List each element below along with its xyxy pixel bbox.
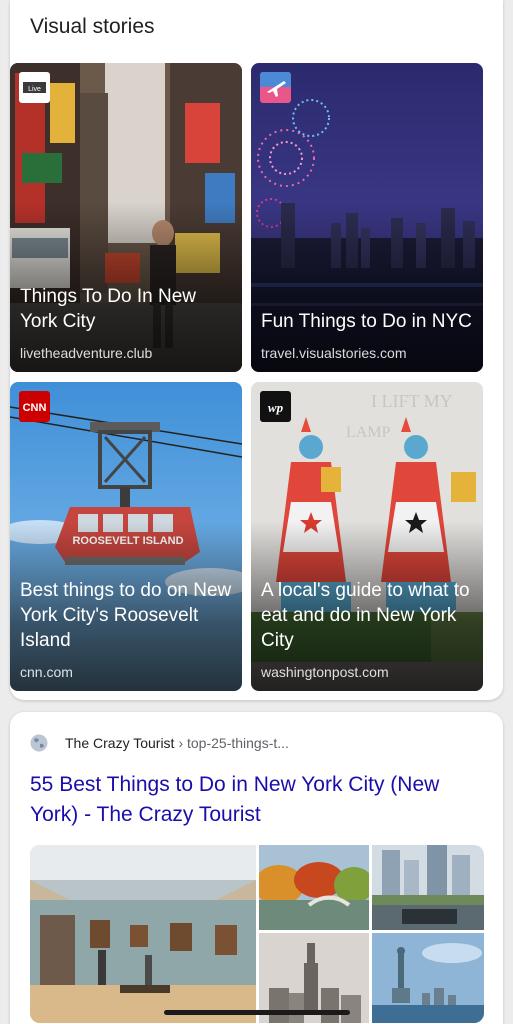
story-headline: Best things to do on New York City's Roo… <box>20 580 232 651</box>
story-card-times-square[interactable]: Live Things To Do In New York City livet… <box>10 63 242 372</box>
story-source: travel.visualstories.com <box>261 345 407 361</box>
story-source: cnn.com <box>20 664 73 680</box>
story-card-local-guide[interactable]: I LIFT MY LAMP wp A local's guide to wha… <box>251 382 483 691</box>
story-headline: Things To Do In New York City <box>20 286 197 332</box>
story-headline: Fun Things to Do in NYC <box>261 311 472 332</box>
statue-of-liberty-image[interactable] <box>372 933 484 1023</box>
result-site-row[interactable]: The Crazy Tourist › top-25-things-t... <box>30 734 289 752</box>
site-breadcrumb: › top-25-things-t... <box>178 735 289 751</box>
airplane-icon <box>260 72 291 103</box>
svg-text:Live: Live <box>28 86 41 93</box>
live-the-adventure-logo: Live <box>19 72 50 103</box>
svg-text:CNN: CNN <box>23 402 47 414</box>
cnn-logo: CNN <box>19 391 50 422</box>
memorial-image[interactable] <box>372 845 484 930</box>
globe-icon <box>30 734 48 752</box>
result-image-grid <box>30 845 484 1024</box>
search-result-card: The Crazy Tourist › top-25-things-t... 5… <box>10 712 503 1024</box>
story-source: washingtonpost.com <box>261 664 389 680</box>
story-card-nyc-fireworks[interactable]: Fun Things to Do in NYC travel.visualsto… <box>251 63 483 372</box>
result-title-link[interactable]: 55 Best Things to Do in New York City (N… <box>30 770 490 830</box>
washington-post-logo: wp <box>260 391 291 422</box>
central-park-image[interactable] <box>259 845 369 930</box>
story-headline: A local's guide to what to eat and do in… <box>261 580 470 651</box>
story-source: livetheadventure.club <box>20 345 153 361</box>
museum-gallery-image[interactable] <box>30 845 256 1023</box>
story-card-roosevelt-island[interactable]: ROOSEVELT ISLAND CNN Best things to do o… <box>10 382 242 691</box>
svg-text:wp: wp <box>268 400 284 415</box>
home-indicator[interactable] <box>164 1010 350 1015</box>
site-name: The Crazy Tourist <box>65 735 175 751</box>
section-title: Visual stories <box>30 15 155 38</box>
